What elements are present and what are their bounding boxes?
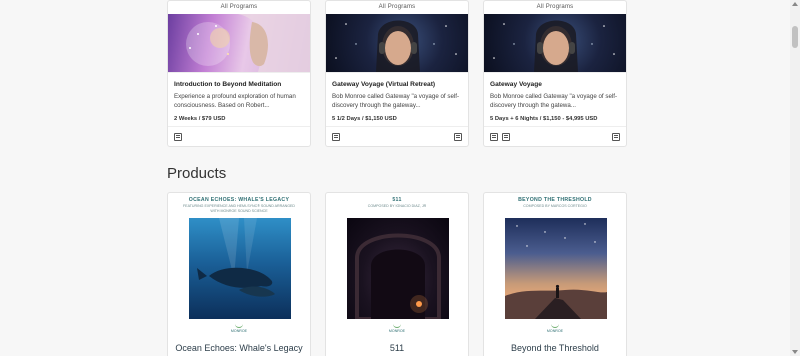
scroll-down-arrow-icon[interactable] (792, 350, 798, 354)
product-art-subtitle: COMPOSED BY MARCOS CORTEGIO (523, 204, 587, 208)
program-category: All Programs (378, 4, 416, 10)
bed-icon (490, 133, 498, 141)
program-card-footer (168, 126, 310, 146)
leaf-icon (393, 322, 401, 328)
meditation-woman-cosmos-icon (186, 14, 310, 72)
program-description: Bob Monroe called Gateway "a voyage of s… (332, 93, 460, 109)
stone-tunnel-icon (355, 233, 441, 319)
scroll-up-arrow-icon[interactable] (792, 2, 798, 6)
program-price: 2 Weeks / $79 USD (174, 116, 226, 122)
brand-name: MONROE (546, 329, 564, 333)
program-title[interactable]: Gateway Voyage (490, 80, 620, 89)
program-category: All Programs (536, 4, 574, 10)
woman-headphones-space-icon (335, 20, 457, 72)
program-title[interactable]: Gateway Voyage (Virtual Retreat) (332, 80, 462, 89)
product-name[interactable]: 511 (326, 343, 468, 353)
program-card-footer (326, 126, 468, 146)
brand-logo: MONROE (484, 322, 626, 333)
product-card[interactable]: BEYOND THE THRESHOLD COMPOSED BY MARCOS … (483, 192, 627, 356)
program-price: 5 Days + 6 Nights / $1,150 - $4,995 USD (490, 116, 598, 122)
brand-logo: MONROE (326, 322, 468, 333)
program-description: Bob Monroe called Gateway "a voyage of s… (490, 93, 618, 109)
product-art-subtitle: COMPOSED BY IGNACIO DIAZ, JR (367, 204, 427, 208)
product-name[interactable]: Beyond the Threshold (484, 343, 626, 353)
product-name[interactable]: Ocean Echoes: Whale's Legacy (168, 343, 310, 353)
leaf-icon (551, 322, 559, 328)
program-card[interactable]: All Programs Gateway Voyage Bob Monroe c… (483, 0, 627, 147)
product-art-subtitle: FEATURING EXPERIENCE AND HEMI-SYNC® SOUN… (182, 204, 295, 213)
program-title[interactable]: Introduction to Beyond Meditation (174, 80, 304, 89)
program-card[interactable]: All Programs Introduction to Beyond Medi… (167, 0, 311, 147)
product-image (505, 218, 607, 319)
brand-logo: MONROE (168, 322, 310, 333)
product-card[interactable]: 511 COMPOSED BY IGNACIO DIAZ, JR MONROE … (325, 192, 469, 356)
product-image (189, 218, 291, 319)
product-card[interactable]: OCEAN ECHOES: WHALE'S LEGACY FEATURING E… (167, 192, 311, 356)
brand-name: MONROE (230, 329, 248, 333)
program-category: All Programs (220, 4, 258, 10)
figure-on-mountain-starry-sky-icon (505, 223, 607, 319)
program-image (326, 14, 468, 72)
program-image (168, 14, 310, 72)
vertical-scrollbar[interactable] (790, 0, 800, 356)
video-call-icon (454, 133, 462, 141)
video-call-icon (612, 133, 620, 141)
product-art-title: BEYOND THE THRESHOLD (518, 197, 592, 203)
calendar-icon (332, 133, 340, 141)
product-image (347, 218, 449, 319)
product-art-title: 511 (392, 197, 402, 203)
page: All Programs Introduction to Beyond Medi… (0, 0, 800, 356)
products-heading: Products (167, 165, 227, 182)
video-course-icon (174, 133, 182, 141)
woman-headphones-space-icon (493, 20, 615, 72)
scrollbar-thumb[interactable] (792, 26, 798, 48)
brand-name: MONROE (388, 329, 406, 333)
program-description: Experience a profound exploration of hum… (174, 93, 296, 109)
product-art-title: OCEAN ECHOES: WHALE'S LEGACY (188, 197, 290, 203)
whales-underwater-icon (197, 218, 275, 297)
program-card-footer (484, 126, 626, 146)
program-image (484, 14, 626, 72)
leaf-icon (235, 322, 243, 328)
calendar-icon (502, 133, 510, 141)
program-card[interactable]: All Programs Gateway Voyage (Virtual Ret… (325, 0, 469, 147)
program-price: 5 1/2 Days / $1,150 USD (332, 116, 397, 122)
